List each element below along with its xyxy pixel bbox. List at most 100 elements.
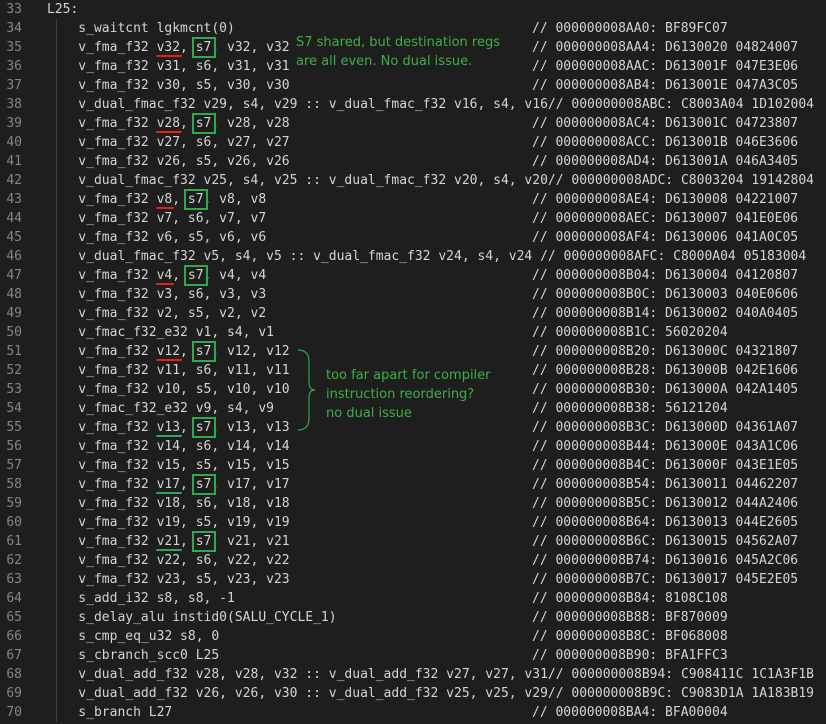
address-comment: // 000000008B20: D613000C 04321807	[532, 344, 799, 359]
code-line[interactable]: 44 v_fma_f32 v7, s6, v7, v7 // 000000008A…	[0, 209, 826, 228]
code-line[interactable]: 39 v_fma_f32 v28, s7, v28, v28// 0000000…	[0, 114, 826, 133]
code-line[interactable]: 48 v_fma_f32 v3, s6, v3, v3 // 000000008B…	[0, 285, 826, 304]
code-text: v_dual_fmac_f32 v29, s4, v29 :: v_dual_f…	[47, 97, 815, 112]
code-text: s_cmp_eq_u32 s8, 0	[47, 629, 220, 644]
code-line[interactable]: 63 v_fma_f32 v23, s5, v23, v23 // 0000000…	[0, 570, 826, 589]
code-line[interactable]: 69 v_dual_add_f32 v26, v26, v30 :: v_dua…	[0, 684, 826, 703]
line-number: 58	[6, 477, 22, 492]
s7-highlight-box	[191, 531, 217, 552]
code-text: v_fma_f32 v11, s6, v11, v11	[47, 363, 290, 378]
code-line[interactable]: 49 v_fma_f32 v2, s5, v2, v2 // 000000008B…	[0, 304, 826, 323]
line-number: 46	[6, 249, 22, 264]
address-comment: // 000000008B54: D6130011 04462207	[532, 477, 799, 492]
code-line[interactable]: 47 v_fma_f32 v4, s7, v4, v4// 000000008B…	[0, 266, 826, 285]
s7-highlight-box	[183, 189, 209, 210]
line-number: 62	[6, 553, 22, 568]
address-comment: // 000000008AA4: D6130020 04824007	[532, 40, 799, 55]
line-number: 56	[6, 439, 22, 454]
code-line[interactable]: 40 v_fma_f32 v27, s6, v27, v27 // 0000000…	[0, 133, 826, 152]
code-line[interactable]: 41 v_fma_f32 v26, s5, v26, v26 // 0000000…	[0, 152, 826, 171]
line-number: 60	[6, 515, 22, 530]
line-number: 51	[6, 344, 22, 359]
s7-highlight-box	[191, 341, 217, 362]
address-comment: // 000000008B44: D613000E 043A1C06	[532, 439, 799, 454]
code-text: s_cbranch_scc0 L25	[47, 648, 220, 663]
code-line[interactable]: 60 v_fma_f32 v19, s5, v19, v19 // 0000000…	[0, 513, 826, 532]
code-line[interactable]: 43 v_fma_f32 v8, s7, v8, v8// 000000008A…	[0, 190, 826, 209]
code-text: v_fma_f32 v18, s6, v18, v18	[47, 496, 290, 511]
line-number: 65	[6, 610, 22, 625]
code-line[interactable]: 68 v_dual_add_f32 v28, v28, v32 :: v_dua…	[0, 665, 826, 684]
code-line[interactable]: 51 v_fma_f32 v12, s7, v12, v12// 0000000…	[0, 342, 826, 361]
address-comment: // 000000008B28: D613000B 042E1606	[532, 363, 799, 378]
red-underline	[156, 55, 182, 57]
code-text: s_delay_alu instid0(SALU_CYCLE_1)	[47, 610, 337, 625]
code-editor[interactable]: 33 L25: 34 s_waitcnt lgkmcnt(0) // 00000000…	[0, 0, 826, 724]
red-underline	[156, 359, 182, 361]
code-line[interactable]: 64 s_add_i32 s8, s8, -1 // 000000008B84: …	[0, 589, 826, 608]
address-comment: // 000000008B30: D613000A 042A1405	[532, 382, 799, 397]
code-line[interactable]: 61 v_fma_f32 v21, s7, v21, v21// 0000000…	[0, 532, 826, 551]
line-number: 42	[6, 173, 22, 188]
code-text: v_fma_f32 v15, s5, v15, v15	[47, 458, 290, 473]
code-line[interactable]: 65 s_delay_alu instid0(SALU_CYCLE_1) // 0…	[0, 608, 826, 627]
green-underline	[156, 435, 182, 437]
annotation-too-far-apart: too far apart for compiler instruction r…	[326, 368, 491, 421]
code-text: s_add_i32 s8, s8, -1	[47, 591, 235, 606]
code-line[interactable]: 66 s_cmp_eq_u32 s8, 0 // 000000008B8C: BF…	[0, 627, 826, 646]
code-line[interactable]: 70 s_branch L27 // 000000008BA4: BFA00004	[0, 703, 826, 722]
address-comment: // 000000008AA0: BF89FC07	[532, 21, 728, 36]
address-comment: // 000000008B04: D6130004 04120807	[532, 268, 799, 283]
address-comment: // 000000008B4C: D613000F 043E1E05	[532, 458, 799, 473]
code-text: v_dual_add_f32 v28, v28, v32 :: v_dual_a…	[47, 667, 815, 682]
code-line[interactable]: 62 v_fma_f32 v22, s6, v22, v22 // 0000000…	[0, 551, 826, 570]
line-number: 50	[6, 325, 22, 340]
address-comment: // 000000008B3C: D613000D 04361A07	[532, 420, 799, 435]
line-number: 52	[6, 363, 22, 378]
code-line[interactable]: 45 v_fma_f32 v6, s5, v6, v6 // 000000008A…	[0, 228, 826, 247]
address-comment: // 000000008B0C: D6130003 040E0606	[532, 287, 799, 302]
line-number: 34	[6, 21, 22, 36]
address-comment: // 000000008AB4: D613001E 047A3C05	[532, 78, 799, 93]
green-underline	[156, 549, 182, 551]
code-line[interactable]: 38 v_dual_fmac_f32 v29, s4, v29 :: v_dua…	[0, 95, 826, 114]
code-line[interactable]: 57 v_fma_f32 v15, s5, v15, v15 // 0000000…	[0, 456, 826, 475]
s7-highlight-box	[191, 113, 217, 134]
code-text: v_fma_f32 v26, s5, v26, v26	[47, 154, 290, 169]
code-line[interactable]: 33 L25:	[0, 0, 826, 19]
address-comment: // 000000008B74: D6130016 045A2C06	[532, 553, 799, 568]
address-comment: // 000000008AF4: D6130006 041A0C05	[532, 230, 799, 245]
code-text: v_fmac_f32_e32 v9, s4, v9	[47, 401, 274, 416]
code-line[interactable]: 59 v_fma_f32 v18, s6, v18, v18 // 0000000…	[0, 494, 826, 513]
address-comment: // 000000008B8C: BF068008	[532, 629, 728, 644]
code-line[interactable]: 37 v_fma_f32 v30, s5, v30, v30 // 0000000…	[0, 76, 826, 95]
code-line[interactable]: 67 s_cbranch_scc0 L25 // 000000008B90: BF…	[0, 646, 826, 665]
code-line[interactable]: 42 v_dual_fmac_f32 v25, s4, v25 :: v_dua…	[0, 171, 826, 190]
code-text: v_fma_f32 v19, s5, v19, v19	[47, 515, 290, 530]
line-number: 49	[6, 306, 22, 321]
line-number: 67	[6, 648, 22, 663]
s7-highlight-box	[191, 417, 217, 438]
red-underline	[156, 131, 182, 133]
code-line[interactable]: 50 v_fmac_f32_e32 v1, s4, v1 // 000000008…	[0, 323, 826, 342]
code-line[interactable]: 58 v_fma_f32 v17, s7, v17, v17// 0000000…	[0, 475, 826, 494]
address-comment: // 000000008ACC: D613001B 046E3606	[532, 135, 799, 150]
line-number: 38	[6, 97, 22, 112]
code-text: L25:	[47, 2, 79, 17]
code-text: v_fma_f32 v7, s6, v7, v7	[47, 211, 267, 226]
line-number: 66	[6, 629, 22, 644]
line-number: 41	[6, 154, 22, 169]
line-number: 44	[6, 211, 22, 226]
green-underline	[156, 492, 182, 494]
code-text: v_fma_f32 v23, s5, v23, v23	[47, 572, 290, 587]
address-comment: // 000000008B38: 56121204	[532, 401, 728, 416]
line-number: 33	[6, 2, 22, 17]
code-text: s_waitcnt lgkmcnt(0)	[47, 21, 235, 36]
code-text: v_fma_f32 v3, s6, v3, v3	[47, 287, 267, 302]
address-comment: // 000000008B88: BF870009	[532, 610, 728, 625]
address-comment: // 000000008B90: BFA1FFC3	[532, 648, 728, 663]
code-line[interactable]: 46 v_dual_fmac_f32 v5, s4, v5 :: v_dual_…	[0, 247, 826, 266]
code-line[interactable]: 56 v_fma_f32 v14, s6, v14, v14 // 0000000…	[0, 437, 826, 456]
address-comment: // 000000008B5C: D6130012 044A2406	[532, 496, 799, 511]
annotation-brace	[297, 349, 316, 431]
